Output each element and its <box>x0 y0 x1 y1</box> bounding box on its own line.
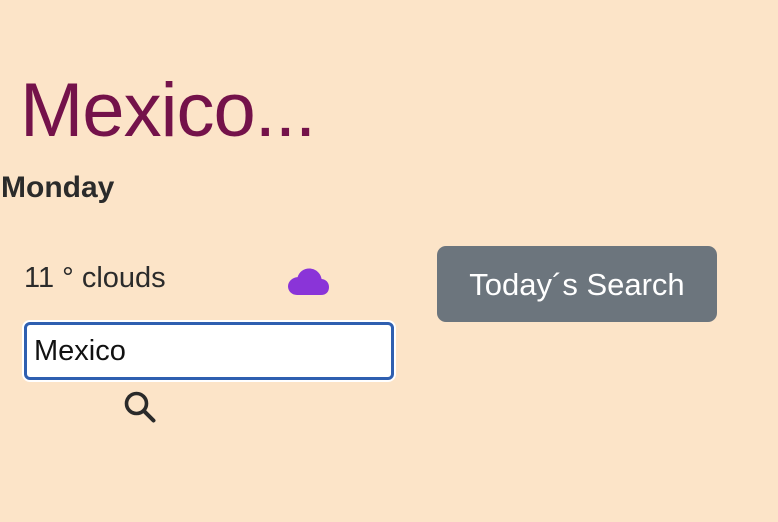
city-title: Mexico... <box>20 67 316 153</box>
search-icon[interactable] <box>122 389 158 425</box>
today-search-button[interactable]: Today´s Search <box>437 246 717 322</box>
search-input[interactable] <box>24 322 394 380</box>
cloud-icon <box>288 268 329 295</box>
weather-summary: 11 ° clouds <box>24 262 166 294</box>
forecast-day: Monday <box>1 171 115 204</box>
